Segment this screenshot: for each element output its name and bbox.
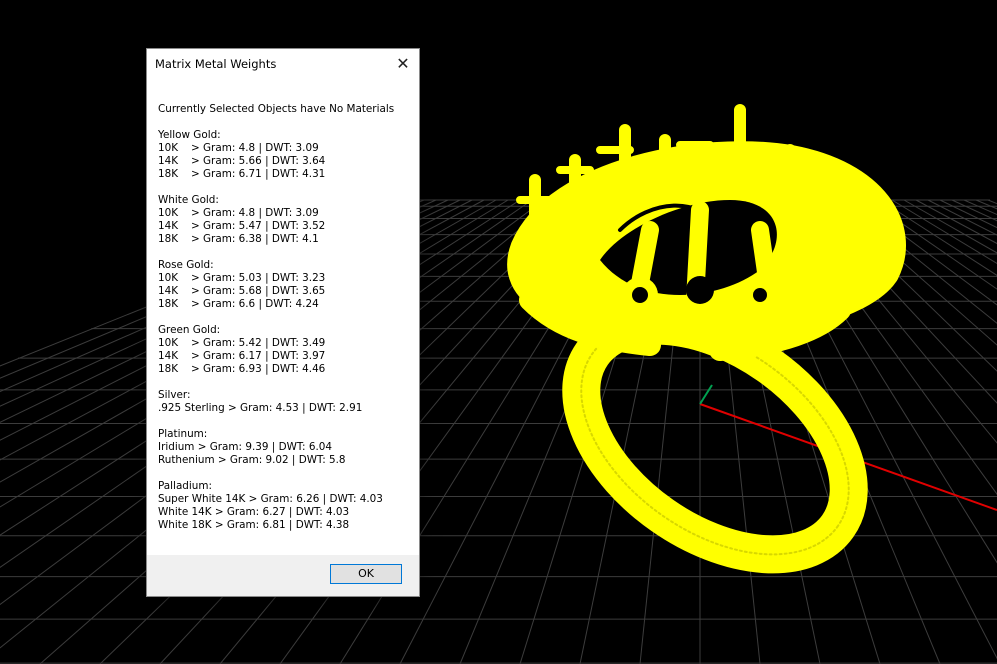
- weight-row: 10K > Gram: 4.8 | DWT: 3.09: [158, 207, 319, 219]
- section-title-platinum: Platinum:: [158, 428, 208, 440]
- section-title-green-gold: Green Gold:: [158, 324, 221, 336]
- section-title-silver: Silver:: [158, 389, 191, 401]
- weight-row: 18K > Gram: 6.38 | DWT: 4.1: [158, 233, 319, 245]
- weight-row: Iridium > Gram: 9.39 | DWT: 6.04: [158, 441, 333, 453]
- section-title-yellow-gold: Yellow Gold:: [158, 129, 221, 141]
- weight-row: 14K > Gram: 6.17 | DWT: 3.97: [158, 350, 326, 362]
- close-icon[interactable]: ✕: [393, 54, 413, 74]
- weight-row: 14K > Gram: 5.66 | DWT: 3.64: [158, 155, 326, 167]
- section-title-rose-gold: Rose Gold:: [158, 259, 214, 271]
- dialog-titlebar[interactable]: Matrix Metal Weights ✕: [147, 49, 419, 79]
- section-title-white-gold: White Gold:: [158, 194, 219, 206]
- weight-row: Ruthenium > Gram: 9.02 | DWT: 5.8: [158, 454, 346, 466]
- ok-button[interactable]: OK: [330, 564, 402, 584]
- section-title-palladium: Palladium:: [158, 480, 212, 492]
- weight-row: .925 Sterling > Gram: 4.53 | DWT: 2.91: [158, 402, 363, 414]
- weight-row: 10K > Gram: 5.42 | DWT: 3.49: [158, 337, 326, 349]
- weight-row: 10K > Gram: 5.03 | DWT: 3.23: [158, 272, 326, 284]
- weight-row: 10K > Gram: 4.8 | DWT: 3.09: [158, 142, 319, 154]
- metal-weights-dialog: Matrix Metal Weights ✕ Currently Selecte…: [147, 49, 419, 596]
- weight-row: 14K > Gram: 5.47 | DWT: 3.52: [158, 220, 326, 232]
- weight-row: 14K > Gram: 5.68 | DWT: 3.65: [158, 285, 326, 297]
- weight-row: Super White 14K > Gram: 6.26 | DWT: 4.03: [158, 493, 383, 505]
- weight-row: 18K > Gram: 6.6 | DWT: 4.24: [158, 298, 319, 310]
- selection-status-text: Currently Selected Objects have No Mater…: [158, 103, 395, 115]
- weight-row: White 18K > Gram: 6.81 | DWT: 4.38: [158, 519, 350, 531]
- weight-row: 18K > Gram: 6.71 | DWT: 4.31: [158, 168, 326, 180]
- dialog-title: Matrix Metal Weights: [155, 57, 277, 71]
- weight-row: White 14K > Gram: 6.27 | DWT: 4.03: [158, 506, 350, 518]
- dialog-footer: OK: [147, 555, 419, 596]
- weight-row: 18K > Gram: 6.93 | DWT: 4.46: [158, 363, 326, 375]
- dialog-content: Currently Selected Objects have No Mater…: [158, 103, 413, 532]
